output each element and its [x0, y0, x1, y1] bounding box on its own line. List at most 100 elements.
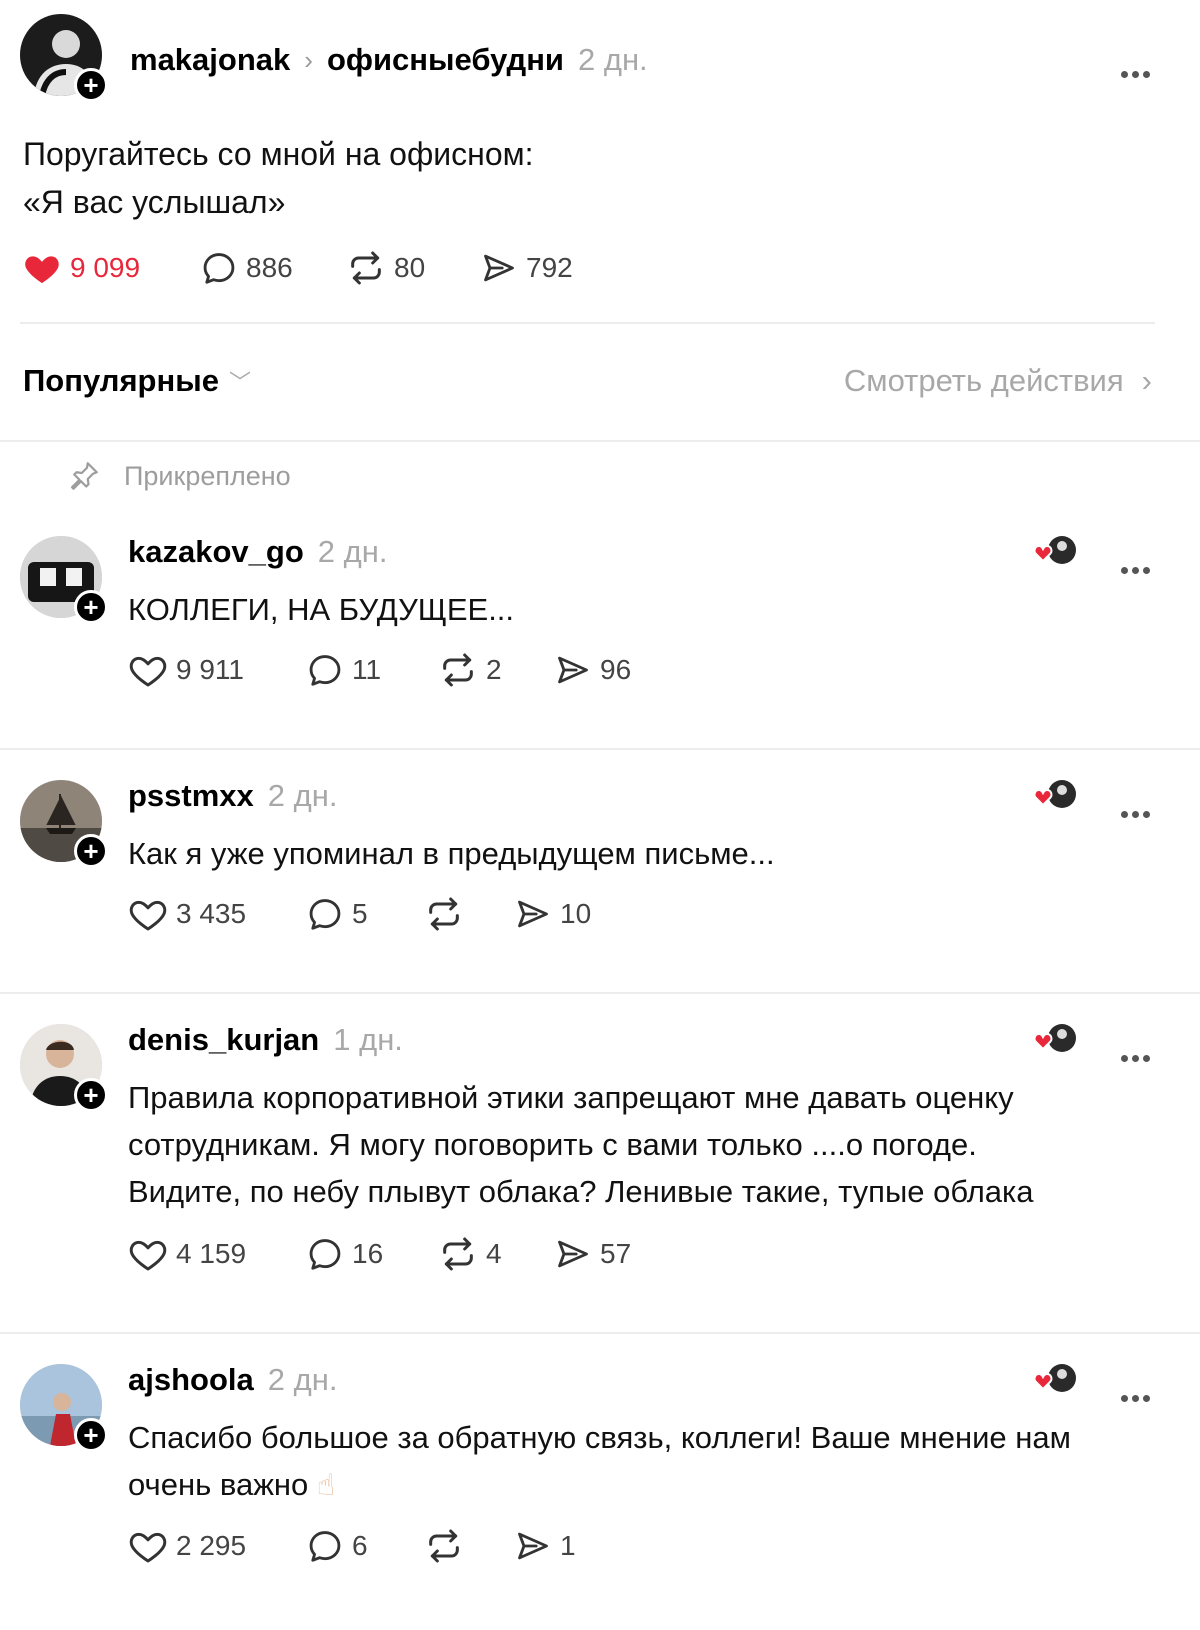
comment-icon [200, 249, 238, 287]
pointing-up-emoji-icon: ☝ [316, 1469, 336, 1502]
reply-more-options-icon[interactable] [1119, 1374, 1152, 1408]
share-count: 10 [560, 898, 592, 929]
reply-header: ajshoola 2 дн. [128, 1358, 337, 1402]
comment-icon [306, 895, 344, 933]
pin-icon [70, 462, 98, 490]
share-button[interactable]: 10 [514, 895, 591, 933]
follow-plus-icon[interactable]: + [74, 834, 108, 868]
reply-author-avatar[interactable]: + [20, 1024, 108, 1112]
share-count: 1 [560, 1530, 576, 1561]
reply-author-avatar[interactable]: + [20, 536, 108, 624]
comment-count: 11 [352, 654, 382, 685]
reply-header: psstmxx 2 дн. [128, 774, 337, 818]
reply-author-name[interactable]: psstmxx [128, 778, 254, 814]
heart-icon [128, 1234, 168, 1274]
share-button[interactable]: 1 [514, 1527, 576, 1565]
repost-button[interactable] [424, 1526, 514, 1566]
repost-count: 4 [486, 1238, 502, 1269]
comment-button[interactable]: 11 [306, 651, 438, 689]
divider [0, 992, 1200, 994]
post-time: 2 дн. [578, 42, 648, 77]
repost-icon [424, 894, 464, 934]
reply-text: Спасибо большое за обратную связь, колле… [128, 1414, 1138, 1509]
post-author-name[interactable]: makajonak [130, 42, 290, 78]
like-button[interactable]: 9 099 [22, 248, 200, 288]
sort-row: Популярные ﹀ Смотреть действия › [23, 356, 1152, 406]
author-liked-icon [1030, 1360, 1080, 1400]
follow-plus-icon[interactable]: + [74, 68, 108, 102]
reply-text: Правила корпоративной этики запрещают мн… [128, 1074, 1138, 1215]
reply-author-avatar[interactable]: + [20, 780, 108, 868]
heart-icon [128, 650, 168, 690]
community-name[interactable]: офисныебудни [327, 42, 564, 78]
share-icon [554, 1235, 592, 1273]
reply-actions: 2 295 6 1 [128, 1526, 576, 1566]
sort-dropdown[interactable]: Популярные ﹀ [23, 363, 251, 399]
like-button[interactable]: 2 295 [128, 1526, 306, 1566]
reply-more-options-icon[interactable] [1119, 790, 1152, 824]
share-icon [514, 895, 552, 933]
comment-button[interactable]: 16 [306, 1235, 438, 1273]
heart-icon [128, 1526, 168, 1566]
divider [0, 748, 1200, 750]
reply-more-options-icon[interactable] [1119, 546, 1152, 580]
like-button[interactable]: 9 911 [128, 650, 306, 690]
reply-author-name[interactable]: kazakov_go [128, 534, 304, 570]
repost-button[interactable]: 80 [346, 248, 480, 288]
reply-author-name[interactable]: denis_kurjan [128, 1022, 319, 1058]
chevron-right-icon: › [1141, 363, 1152, 398]
comment-icon [306, 651, 344, 689]
share-count: 792 [526, 252, 573, 283]
reply-author-avatar[interactable]: + [20, 1364, 108, 1452]
post-more-options-icon[interactable] [1119, 50, 1152, 84]
reply-author-name[interactable]: ajshoola [128, 1362, 254, 1398]
repost-button[interactable] [424, 894, 514, 934]
comment-button[interactable]: 5 [306, 895, 424, 933]
view-actions-link[interactable]: Смотреть действия › [844, 363, 1152, 399]
reply-time: 2 дн. [267, 1362, 338, 1397]
chevron-right-icon: › [304, 44, 313, 75]
like-button[interactable]: 3 435 [128, 894, 306, 934]
reply-actions: 9 911 11 2 96 [128, 650, 631, 690]
author-liked-icon [1030, 1020, 1080, 1060]
reply-time: 2 дн. [267, 778, 338, 813]
pinned-indicator: Прикреплено [66, 458, 291, 494]
reply-text-line: Видите, по небу плывут облака? Ленивые т… [128, 1174, 1034, 1209]
post-author-avatar[interactable]: + [20, 14, 108, 102]
comment-button[interactable]: 6 [306, 1527, 424, 1565]
repost-button[interactable]: 4 [438, 1234, 554, 1274]
share-button[interactable]: 57 [554, 1235, 631, 1273]
reply-text: Как я уже упоминал в предыдущем письме..… [128, 836, 775, 871]
divider [20, 322, 1155, 324]
reply-text-line: Правила корпоративной этики запрещают мн… [128, 1080, 1014, 1115]
comment-count: 16 [352, 1238, 384, 1269]
comment-count: 6 [352, 1530, 368, 1561]
repost-count: 80 [394, 252, 426, 283]
follow-plus-icon[interactable]: + [74, 1078, 108, 1112]
post-text-line: «Я вас услышал» [23, 184, 286, 220]
like-button[interactable]: 4 159 [128, 1234, 306, 1274]
divider [0, 440, 1200, 442]
reply-more-options-icon[interactable] [1119, 1034, 1152, 1068]
sort-label: Популярные [23, 363, 219, 398]
comment-button[interactable]: 886 [200, 249, 346, 287]
heart-filled-icon [22, 248, 62, 288]
share-button[interactable]: 96 [554, 651, 631, 689]
comment-count: 5 [352, 898, 368, 929]
follow-plus-icon[interactable]: + [74, 590, 108, 624]
share-icon [554, 651, 592, 689]
like-count: 4 159 [176, 1238, 247, 1269]
comment-icon [306, 1527, 344, 1565]
repost-button[interactable]: 2 [438, 650, 554, 690]
share-count: 96 [600, 654, 632, 685]
follow-plus-icon[interactable]: + [74, 1418, 108, 1452]
share-button[interactable]: 792 [480, 249, 573, 287]
repost-icon [438, 1234, 478, 1274]
author-liked-icon [1030, 532, 1080, 572]
pinned-label: Прикреплено [124, 460, 291, 491]
reply-text: КОЛЛЕГИ, НА БУДУЩЕЕ... [128, 592, 515, 627]
reply-text-line: очень важно ☝ [128, 1461, 1138, 1509]
post-text: Поругайтесь со мной на офисном: «Я вас у… [23, 130, 534, 226]
reply-text-line: сотрудникам. Я могу поговорить с вами то… [128, 1127, 977, 1162]
divider [0, 1332, 1200, 1334]
